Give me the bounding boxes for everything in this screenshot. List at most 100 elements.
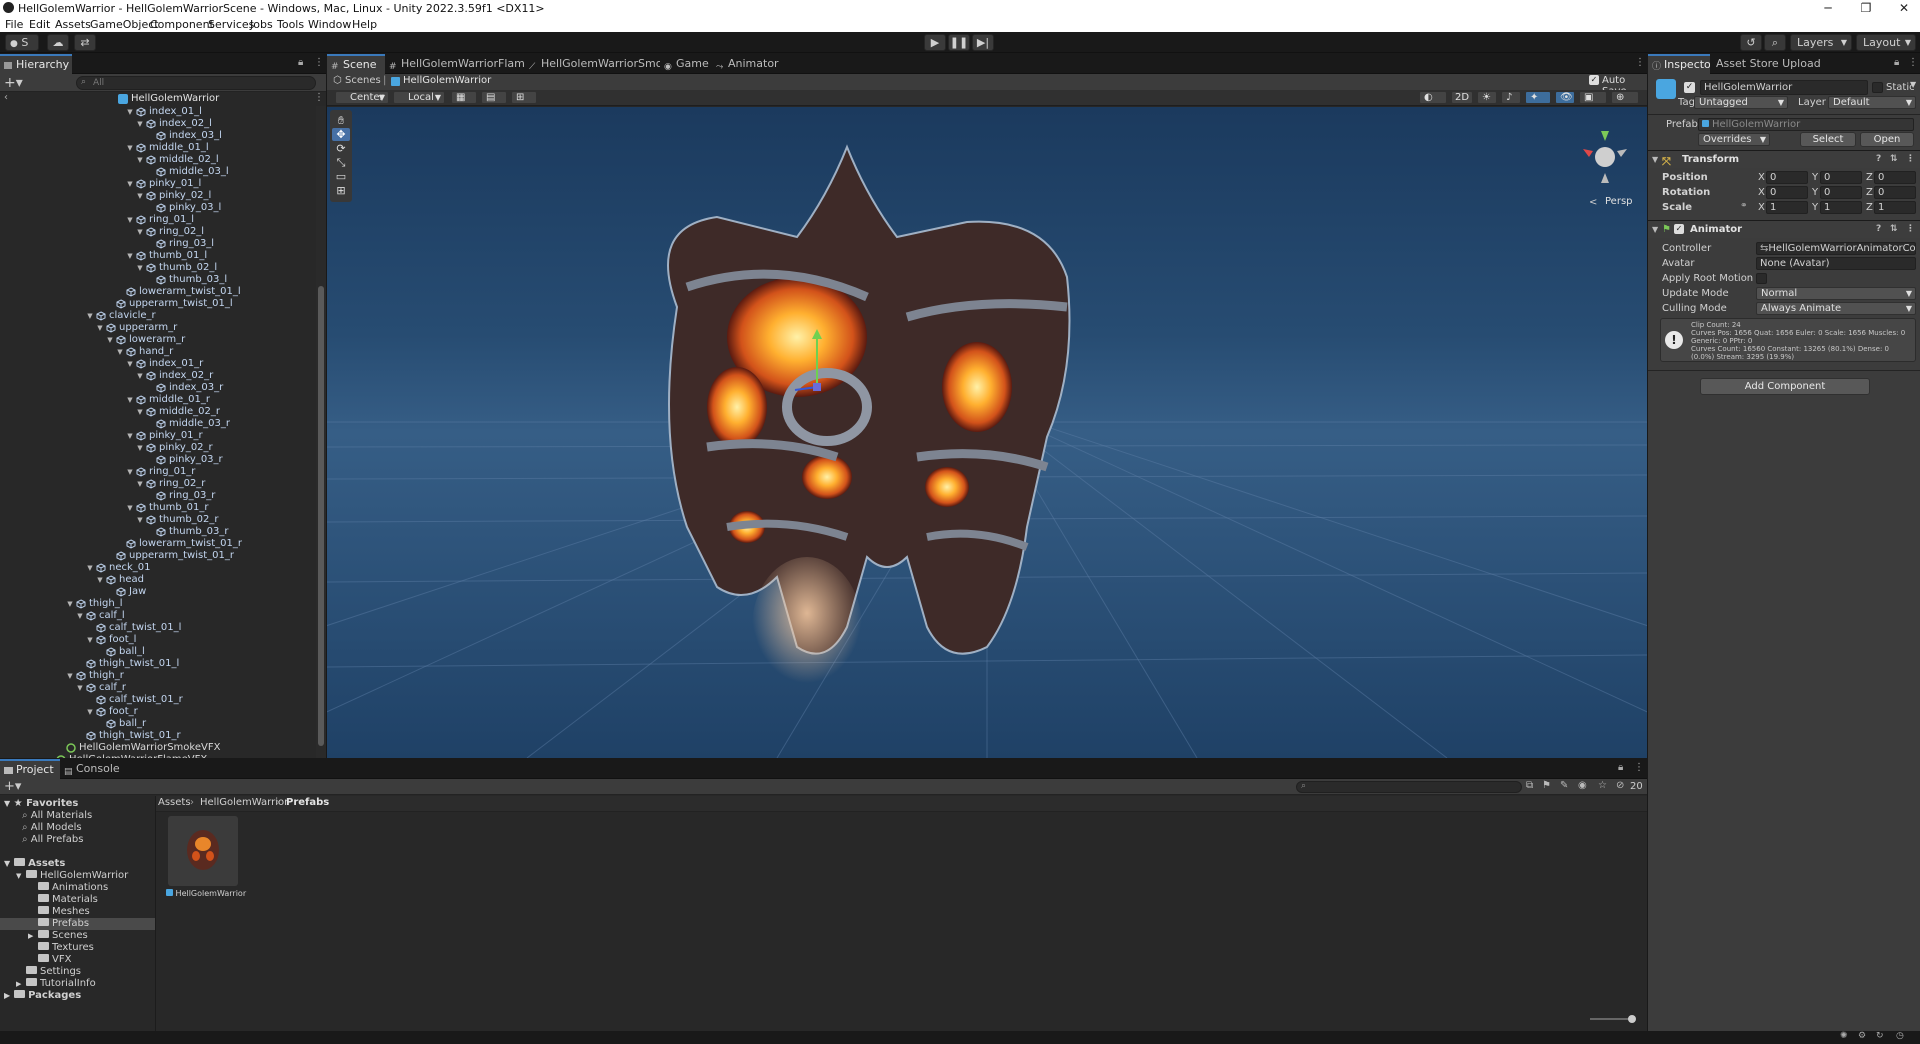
tab-asset-store-uploader[interactable]: Asset Store Uploader [1710, 54, 1820, 74]
lock-icon[interactable]: 🔒︎ [1618, 762, 1623, 773]
hierarchy-row[interactable]: thumb_03_r [0, 526, 316, 538]
minimize-button[interactable]: ─ [1808, 0, 1848, 16]
foldout-arrow-icon[interactable]: ▼ [1652, 221, 1658, 238]
hierarchy-row[interactable]: ▼ ring_01_l [0, 214, 316, 226]
project-folder-row[interactable]: Prefabs [0, 918, 156, 930]
hierarchy-row[interactable]: ball_r [0, 718, 316, 730]
favorites-row[interactable]: ▼ ★ Favorites [0, 798, 156, 810]
hierarchy-row[interactable]: ▼ thumb_01_r [0, 502, 316, 514]
avatar-field[interactable]: None (Avatar) [1756, 257, 1916, 270]
expand-arrow-icon[interactable]: ▼ [136, 442, 144, 454]
hierarchy-row[interactable]: ▼ thumb_02_l [0, 262, 316, 274]
projection-label[interactable]: Persp [1605, 196, 1633, 207]
hierarchy-row[interactable]: upperarm_twist_01_r [0, 550, 316, 562]
search-by-label-icon[interactable]: ⚑ [1542, 780, 1551, 791]
expand-arrow-icon[interactable]: ▼ [76, 682, 84, 694]
effects-dropdown[interactable]: ✦ [1525, 91, 1551, 104]
update-mode-dropdown[interactable]: Normal ▼ [1756, 287, 1916, 300]
move-tool-icon[interactable]: ✥ [332, 128, 350, 141]
help-icon[interactable]: ? [1876, 151, 1881, 168]
expand-arrow-icon[interactable]: ▼ [76, 610, 84, 622]
collab-icon[interactable]: ⇄ [74, 34, 96, 51]
menu-assets[interactable]: Assets [55, 18, 91, 31]
asset-label[interactable]: HellGolemWarrior [166, 889, 246, 898]
breadcrumb-prefab[interactable]: HellGolemWarrior [403, 75, 491, 86]
hierarchy-row[interactable]: ▼ thigh_r [0, 670, 316, 682]
breadcrumb-prefabs[interactable]: Prefabs [286, 797, 329, 808]
hierarchy-row[interactable]: calf_twist_01_r [0, 694, 316, 706]
menu-edit[interactable]: Edit [29, 18, 50, 31]
pivot-dropdown[interactable]: Center ▼ [335, 91, 389, 104]
foldout-arrow-icon[interactable]: ▼ [1652, 151, 1658, 168]
transform-header[interactable]: ▼ ⤧ Transform ? ⇅ ⋮ [1648, 150, 1920, 168]
space-dropdown[interactable]: Local ▼ [393, 91, 445, 104]
hierarchy-row[interactable]: lowerarm_twist_01_l [0, 286, 316, 298]
more-options-icon[interactable]: ⋮ [1634, 762, 1644, 773]
help-icon[interactable]: ? [1876, 221, 1881, 238]
hierarchy-row[interactable]: ball_l [0, 646, 316, 658]
tab-scene[interactable]: # Scene [327, 54, 385, 74]
link-icon[interactable]: ⚭ [1740, 201, 1748, 211]
hierarchy-scene-row[interactable]: ‹ HellGolemWarrior ⋮ [0, 92, 326, 106]
hierarchy-row[interactable]: ▼ ring_02_r [0, 478, 316, 490]
hierarchy-row[interactable]: ▼ middle_02_l [0, 154, 316, 166]
hierarchy-row[interactable]: ▼ pinky_01_l [0, 178, 316, 190]
object-name-field[interactable]: HellGolemWarrior [1700, 80, 1868, 95]
culling-mode-dropdown[interactable]: Always Animate ▼ [1756, 302, 1916, 315]
zoom-slider[interactable] [1590, 1015, 1636, 1023]
hierarchy-row[interactable]: ▼ foot_l [0, 634, 316, 646]
project-folder-row[interactable]: ▶ Scenes [0, 930, 156, 942]
menu-component[interactable]: Component [150, 18, 214, 31]
hierarchy-row[interactable]: thigh_twist_01_r [0, 730, 316, 742]
scale-z-field[interactable]: 1 [1874, 201, 1916, 214]
scale-y-field[interactable]: 1 [1820, 201, 1862, 214]
progress-icon[interactable]: ↻ [1876, 1031, 1884, 1041]
chevron-down-icon[interactable]: ▼ [1910, 80, 1916, 89]
overrides-dropdown[interactable]: Overrides ▼ [1698, 133, 1770, 146]
scale-x-field[interactable]: 1 [1766, 201, 1808, 214]
favorite-item[interactable]: ⌕ All Models [0, 822, 156, 834]
project-splitter[interactable] [155, 796, 156, 1031]
search-by-importlog-icon[interactable]: ✎ [1560, 780, 1568, 791]
breadcrumb-assets[interactable]: Assets [158, 797, 191, 808]
expand-arrow-icon[interactable]: ▼ [136, 406, 144, 418]
snap-increment-dropdown[interactable]: ▤ [481, 91, 507, 104]
tab-animator[interactable]: ⤳ Animator [712, 54, 782, 74]
tag-dropdown[interactable]: Untagged ▼ [1694, 96, 1788, 109]
hierarchy-row[interactable]: middle_03_l [0, 166, 316, 178]
grid-snap-dropdown[interactable]: ▦ [451, 91, 477, 104]
hierarchy-row[interactable]: ▼ middle_01_l [0, 142, 316, 154]
expand-arrow-icon[interactable]: ▼ [86, 634, 94, 646]
hierarchy-row[interactable]: index_03_l [0, 130, 316, 142]
tab-console[interactable]: ▤ Console [60, 759, 122, 779]
rect-tool-icon[interactable]: ▭ [332, 170, 350, 183]
menu-services[interactable]: Services [208, 18, 254, 31]
hierarchy-row[interactable]: ▼ middle_02_r [0, 406, 316, 418]
assets-root-row[interactable]: ▼ Assets [0, 858, 156, 870]
menu-window[interactable]: Window [308, 18, 351, 31]
hierarchy-row[interactable]: ▼ pinky_01_r [0, 430, 316, 442]
play-button[interactable]: ▶ [924, 34, 946, 51]
menu-help[interactable]: Help [352, 18, 377, 31]
more-options-icon[interactable]: ⋮ [314, 57, 324, 68]
hidden-packages-icon[interactable]: ⊘ [1616, 780, 1624, 791]
hand-tool-icon[interactable]: ✋︎ [332, 114, 350, 127]
expand-arrow-icon[interactable]: ▼ [66, 598, 74, 610]
hierarchy-row[interactable]: middle_03_r [0, 418, 316, 430]
cloud-icon[interactable]: ☁ [47, 34, 69, 51]
expand-arrow-icon[interactable]: ▼ [126, 430, 134, 442]
project-folder-row[interactable]: VFX [0, 954, 156, 966]
hierarchy-row[interactable]: ▼ middle_01_r [0, 394, 316, 406]
layers-dropdown[interactable]: Layers ▼ [1790, 34, 1852, 51]
menu-file[interactable]: File [5, 18, 23, 31]
expand-arrow-icon[interactable]: ▼ [96, 574, 104, 586]
menu-gameobject[interactable]: GameObject [90, 18, 159, 31]
hierarchy-row[interactable]: ▼ ring_02_l [0, 226, 316, 238]
expand-arrow-icon[interactable]: ▼ [106, 334, 114, 346]
position-y-field[interactable]: 0 [1820, 171, 1862, 184]
expand-arrow-icon[interactable]: ▼ [96, 322, 104, 334]
project-folder-row[interactable]: Settings [0, 966, 156, 978]
favorite-item[interactable]: ⌕ All Prefabs [0, 834, 156, 846]
expand-arrow-icon[interactable]: ▼ [126, 466, 134, 478]
settings-icon[interactable]: ⚙ [1858, 1031, 1866, 1041]
